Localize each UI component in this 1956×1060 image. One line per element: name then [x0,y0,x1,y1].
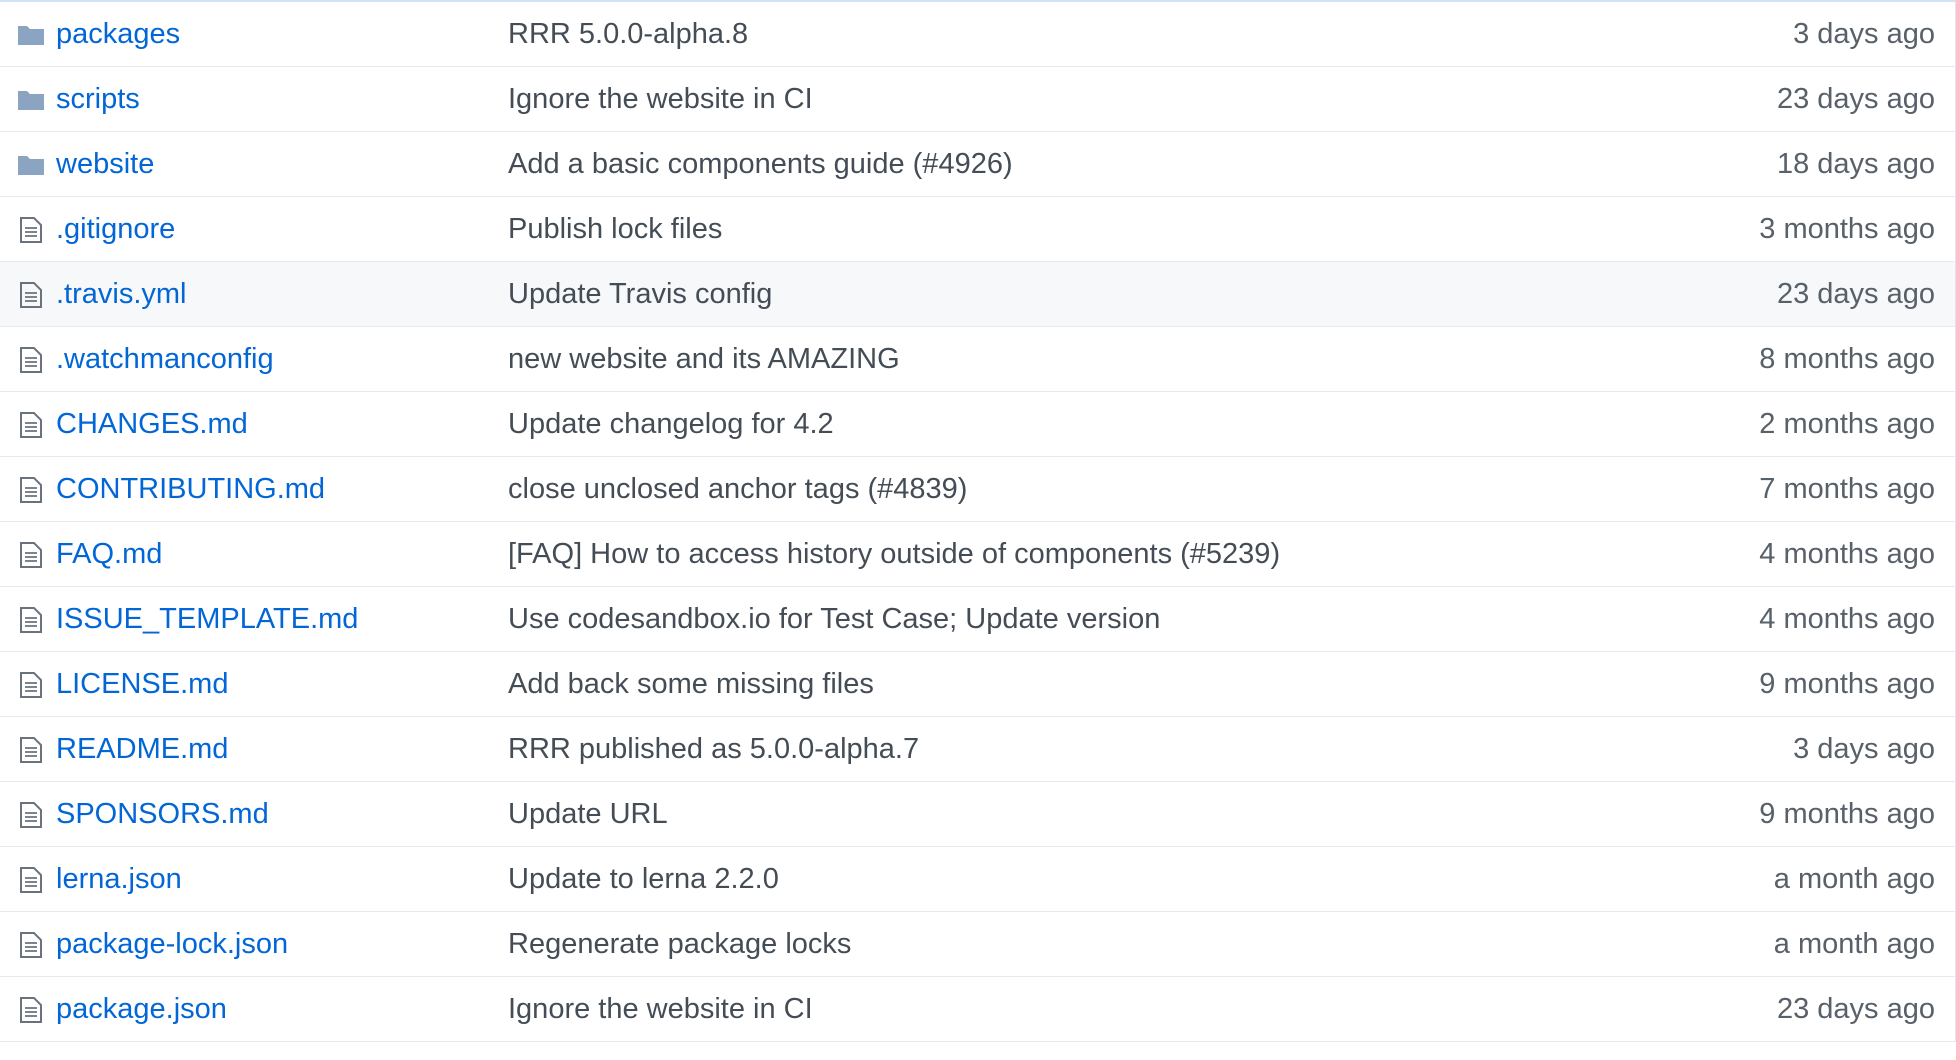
file-name-link[interactable]: package-lock.json [56,912,288,977]
file-name-link[interactable]: .travis.yml [56,262,187,327]
commit-age: 4 months ago [1759,603,1935,635]
commit-message-link[interactable]: Update Travis config [508,262,772,327]
commit-age: 23 days ago [1776,278,1935,310]
file-row: .watchmanconfig new website and its AMAZ… [0,327,1956,392]
file-row: scripts Ignore the website in CI 23 days… [0,67,1956,132]
file-row: CHANGES.md Update changelog for 4.2 2 mo… [0,392,1956,457]
file-name-link[interactable]: LICENSE.md [56,652,228,717]
file-name-link[interactable]: CONTRIBUTING.md [56,457,325,522]
file-row: ISSUE_TEMPLATE.md Use codesandbox.io for… [0,587,1956,652]
commit-message-link[interactable]: Use codesandbox.io for Test Case; Update… [508,587,1160,652]
file-icon [16,587,46,652]
file-row: .gitignore Publish lock files 3 months a… [0,197,1956,262]
commit-age: 7 months ago [1759,473,1935,505]
file-icon [16,522,46,587]
file-row: lerna.json Update to lerna 2.2.0 a month… [0,847,1956,912]
file-name-link[interactable]: scripts [56,67,140,132]
commit-age: 3 days ago [1793,733,1935,765]
commit-message-link[interactable]: Add a basic components guide (#4926) [508,132,1013,197]
commit-message-link[interactable]: [FAQ] How to access history outside of c… [508,522,1280,587]
file-icon [16,262,46,327]
file-icon [16,912,46,977]
file-row: SPONSORS.md Update URL 9 months ago [0,782,1956,847]
file-name-link[interactable]: CHANGES.md [56,392,248,457]
file-row: package-lock.json Regenerate package loc… [0,912,1956,977]
commit-age: 23 days ago [1776,993,1935,1025]
commit-message-link[interactable]: Update URL [508,782,668,847]
commit-message-link[interactable]: close unclosed anchor tags (#4839) [508,457,967,522]
folder-icon [16,132,46,197]
commit-age: 3 months ago [1759,213,1935,245]
file-name-link[interactable]: lerna.json [56,847,182,912]
file-name-link[interactable]: README.md [56,717,228,782]
file-row: CONTRIBUTING.md close unclosed anchor ta… [0,457,1956,522]
file-row: website Add a basic components guide (#4… [0,132,1956,197]
file-list: packages RRR 5.0.0-alpha.8 3 days ago sc… [0,0,1956,1042]
commit-message-link[interactable]: new website and its AMAZING [508,327,900,392]
folder-icon [16,67,46,132]
file-icon [16,652,46,717]
commit-age: a month ago [1773,863,1935,895]
commit-message-link[interactable]: Regenerate package locks [508,912,851,977]
commit-message-link[interactable]: Update changelog for 4.2 [508,392,834,457]
commit-age: 23 days ago [1776,83,1935,115]
file-name-link[interactable]: .gitignore [56,197,175,262]
commit-age: 9 months ago [1759,798,1935,830]
file-icon [16,457,46,522]
file-icon [16,847,46,912]
file-name-link[interactable]: .watchmanconfig [56,327,274,392]
commit-message-link[interactable]: RRR published as 5.0.0-alpha.7 [508,717,919,782]
commit-message-link[interactable]: RRR 5.0.0-alpha.8 [508,2,748,67]
file-row: packages RRR 5.0.0-alpha.8 3 days ago [0,2,1956,67]
file-row: LICENSE.md Add back some missing files 9… [0,652,1956,717]
commit-age: 8 months ago [1759,343,1935,375]
file-name-link[interactable]: SPONSORS.md [56,782,269,847]
commit-message-link[interactable]: Ignore the website in CI [508,67,813,132]
commit-age: 3 days ago [1793,18,1935,50]
file-icon [16,977,46,1042]
file-row: .travis.yml Update Travis config 23 days… [0,262,1956,327]
commit-age: a month ago [1773,928,1935,960]
file-name-link[interactable]: website [56,132,154,197]
commit-age: 2 months ago [1759,408,1935,440]
folder-icon [16,2,46,67]
file-row: FAQ.md [FAQ] How to access history outsi… [0,522,1956,587]
file-icon [16,327,46,392]
file-name-link[interactable]: FAQ.md [56,522,162,587]
file-icon [16,392,46,457]
file-row: README.md RRR published as 5.0.0-alpha.7… [0,717,1956,782]
file-name-link[interactable]: packages [56,2,180,67]
commit-age: 9 months ago [1759,668,1935,700]
commit-message-link[interactable]: Add back some missing files [508,652,874,717]
commit-age: 18 days ago [1776,148,1935,180]
commit-age: 4 months ago [1759,538,1935,570]
file-icon [16,782,46,847]
file-icon [16,717,46,782]
commit-message-link[interactable]: Update to lerna 2.2.0 [508,847,779,912]
commit-message-link[interactable]: Ignore the website in CI [508,977,813,1042]
file-row: package.json Ignore the website in CI 23… [0,977,1956,1042]
commit-message-link[interactable]: Publish lock files [508,197,722,262]
file-name-link[interactable]: ISSUE_TEMPLATE.md [56,587,358,652]
file-icon [16,197,46,262]
file-name-link[interactable]: package.json [56,977,227,1042]
